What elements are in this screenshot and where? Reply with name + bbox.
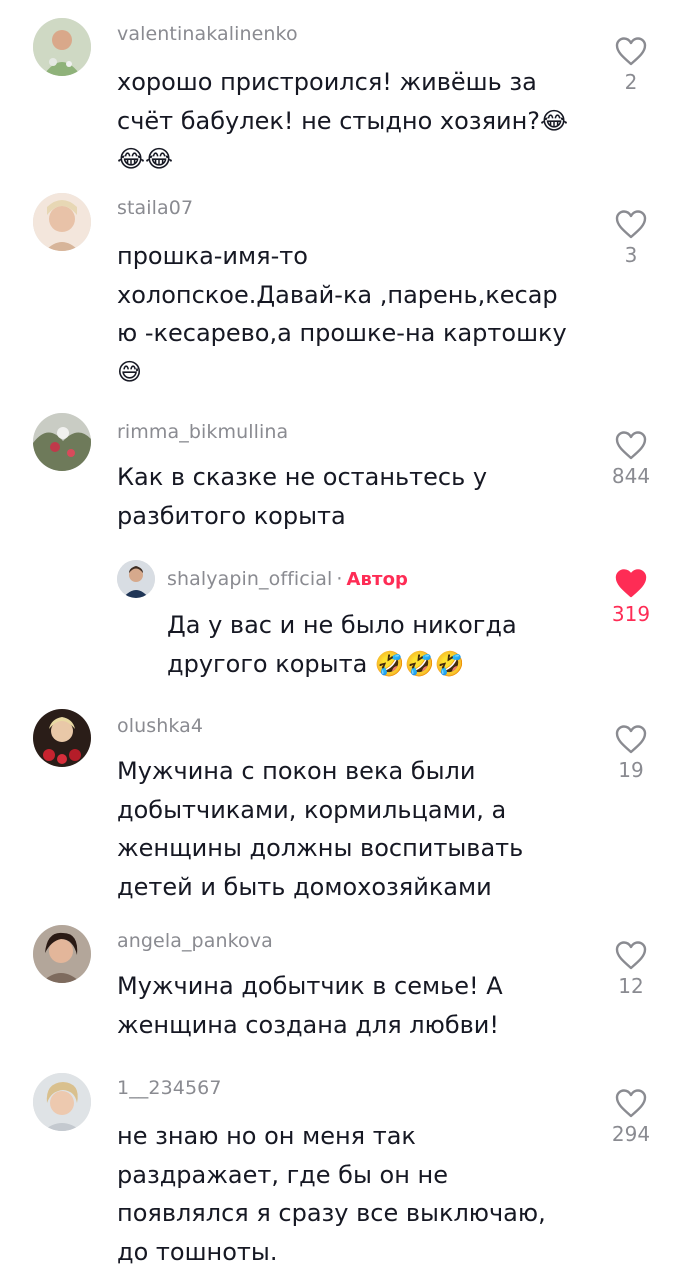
- like-button[interactable]: 3: [609, 209, 653, 267]
- comment-line: счёт бабулек! не стыдно хозяин?😂: [117, 106, 569, 135]
- comment-text: хорошо пристроился! живёшь за счёт бабул…: [117, 63, 568, 179]
- avatar[interactable]: [33, 18, 91, 76]
- comment-text: не знаю но он меня так раздражает, где б…: [117, 1117, 546, 1271]
- comment-line: до тошноты.: [117, 1237, 278, 1266]
- avatar[interactable]: [33, 1073, 91, 1131]
- like-count: 844: [611, 464, 651, 488]
- heart-icon: [615, 431, 647, 460]
- username[interactable]: staila07: [117, 197, 193, 219]
- comment-line: ю -кесарево,а прошке-на картошку: [117, 319, 567, 347]
- comment-line: добытчиками, кормильцами, а: [117, 795, 507, 824]
- comment-text: Да у вас и не было никогда другого корыт…: [167, 606, 517, 683]
- username[interactable]: olushka4: [117, 715, 203, 737]
- heart-icon: [615, 725, 647, 754]
- like-count: 294: [611, 1122, 651, 1146]
- like-button[interactable]: 2: [609, 36, 653, 94]
- heart-icon: [615, 941, 647, 970]
- comment-line: детей и быть домохозяйками: [117, 872, 492, 901]
- heart-icon: [615, 210, 647, 239]
- comment-line: разбитого корыта: [117, 501, 346, 530]
- like-count: 2: [624, 70, 638, 94]
- comment-line: холопское.Давай-ка ,парень,кесар: [117, 280, 558, 309]
- comment-text: Как в сказке не останьтесь у разбитого к…: [117, 458, 487, 535]
- comment-line: Как в сказке не останьтесь у: [117, 463, 488, 491]
- avatar[interactable]: [33, 925, 91, 983]
- username[interactable]: shalyapin_official: [167, 568, 332, 590]
- comment-text: прошка-имя-то холопское.Давай-ка ,парень…: [117, 237, 567, 391]
- comment-line: не знаю но он меня так: [117, 1122, 416, 1150]
- comment-text: Мужчина с покон века были добытчиками, к…: [117, 752, 523, 906]
- avatar[interactable]: [33, 193, 91, 251]
- avatar[interactable]: [33, 413, 91, 471]
- like-count: 19: [618, 758, 644, 782]
- like-count: 12: [618, 974, 644, 998]
- avatar[interactable]: [33, 709, 91, 767]
- like-count: 319: [611, 602, 651, 626]
- like-button[interactable]: 12: [609, 940, 653, 998]
- comment-line: женщины должны воспитывать: [117, 834, 524, 862]
- comment-text: Мужчина добытчик в семье! А женщина созд…: [117, 967, 503, 1044]
- heart-icon: [615, 37, 647, 66]
- comment-line: Мужчина добытчик в семье! А: [117, 972, 503, 1000]
- comment-line: 😅: [117, 357, 143, 386]
- comment-line: Мужчина с покон века были: [117, 757, 476, 785]
- like-button[interactable]: 319: [609, 568, 653, 626]
- like-count: 3: [624, 243, 638, 267]
- username[interactable]: 1__234567: [117, 1077, 222, 1099]
- comment-line: появлялся я сразу все выключаю,: [117, 1199, 546, 1227]
- username[interactable]: rimma_bikmullina: [117, 421, 288, 443]
- comment-line: 😂😂: [117, 145, 174, 173]
- heart-icon: [615, 1089, 647, 1118]
- heart-filled-icon: [615, 569, 647, 598]
- username[interactable]: valentinakalinenko: [117, 23, 298, 45]
- comment-line: раздражает, где бы он не: [117, 1160, 449, 1189]
- comment-line: женщина создана для любви!: [117, 1010, 499, 1039]
- like-button[interactable]: 294: [609, 1088, 653, 1146]
- like-button[interactable]: 19: [609, 724, 653, 782]
- username[interactable]: angela_pankova: [117, 930, 273, 952]
- reply-meta: shalyapin_official · Автор: [167, 568, 408, 590]
- avatar[interactable]: [117, 560, 155, 598]
- like-button[interactable]: 844: [609, 430, 653, 488]
- comment-line: хорошо пристроился! живёшь за: [117, 68, 537, 96]
- comment-line: Да у вас и не было никогда: [167, 611, 517, 639]
- author-badge: Автор: [346, 569, 409, 590]
- separator-dot: ·: [336, 568, 343, 590]
- comment-line: другого корыта 🤣🤣🤣: [167, 649, 465, 678]
- comment-line: прошка-имя-то: [117, 242, 308, 270]
